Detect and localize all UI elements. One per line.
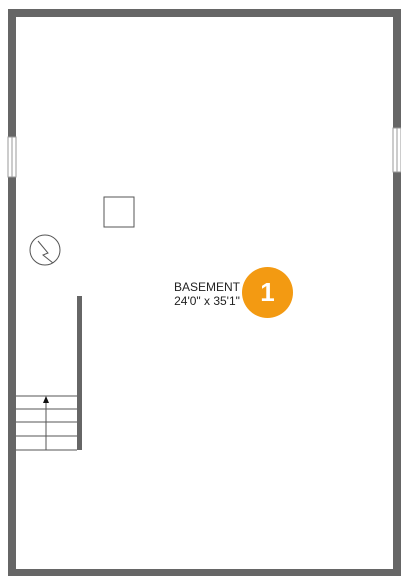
stair-wall — [77, 296, 82, 450]
water-heater-icon — [29, 234, 61, 266]
badge-number: 1 — [260, 277, 275, 307]
stairs — [16, 395, 77, 451]
window-right — [392, 127, 401, 173]
room-number-badge[interactable]: 1 — [242, 267, 293, 318]
window-left — [7, 136, 17, 178]
stairs-up-arrow-icon — [43, 396, 49, 403]
square-fixture-icon — [103, 196, 135, 228]
